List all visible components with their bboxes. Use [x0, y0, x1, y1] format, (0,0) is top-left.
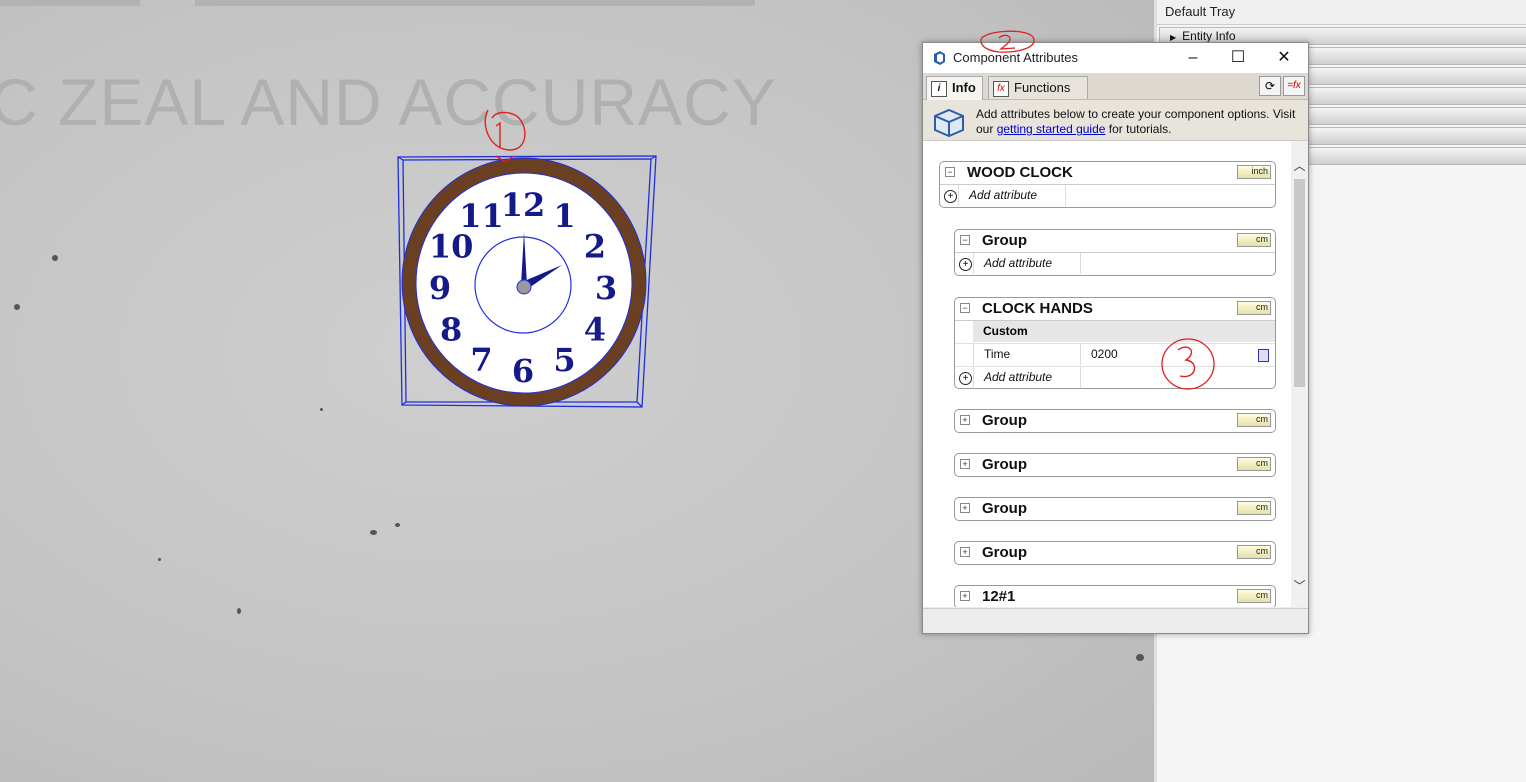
component-group[interactable]: + Group cm: [954, 409, 1276, 433]
add-attribute-row[interactable]: + Add attribute: [955, 253, 1275, 275]
clock-numeral: 7: [470, 341, 492, 379]
clock-numeral: 8: [440, 311, 462, 349]
sketchup-icon: [934, 51, 945, 65]
info-text-part: for tutorials.: [1105, 122, 1172, 136]
refresh-icon[interactable]: ⟳: [1259, 76, 1281, 96]
expand-icon[interactable]: +: [960, 591, 970, 601]
tab-functions[interactable]: fx Functions: [988, 76, 1088, 99]
add-attribute-label[interactable]: Add attribute: [973, 253, 1081, 274]
component-name: WOOD CLOCK: [967, 164, 1073, 181]
component-wood-clock: − WOOD CLOCK inch + Add attribute: [939, 161, 1276, 208]
attribute-row-time[interactable]: Time 0200: [955, 343, 1275, 366]
unit-badge[interactable]: cm: [1237, 233, 1271, 247]
expand-arrow-icon: ▶: [1170, 33, 1177, 42]
tab-bar: i Info fx Functions ⟳ =fx: [923, 73, 1308, 101]
annotation-mark-3: [1161, 338, 1215, 390]
section-header-row: Custom: [955, 321, 1275, 343]
getting-started-link[interactable]: getting started guide: [997, 122, 1106, 136]
unit-badge[interactable]: cm: [1237, 413, 1271, 427]
add-icon[interactable]: +: [959, 372, 972, 385]
attribute-label-time[interactable]: Time: [973, 344, 1081, 365]
attribute-value-time[interactable]: 0200: [1091, 344, 1118, 365]
info-text: Add attributes below to create your comp…: [976, 107, 1306, 137]
add-icon[interactable]: +: [944, 190, 957, 203]
dialog-titlebar[interactable]: Component Attributes – ☐ ✕: [923, 30, 1308, 73]
component-name: CLOCK HANDS: [982, 300, 1093, 317]
clock-numeral: 11: [459, 197, 504, 235]
add-attribute-row[interactable]: + Add attribute: [940, 185, 1275, 207]
component-clock-hands: − CLOCK HANDS cm Custom Time 0200 + Add …: [954, 297, 1276, 390]
tab-info[interactable]: i Info: [926, 76, 983, 101]
add-icon[interactable]: +: [959, 258, 972, 271]
toggle-formula-icon[interactable]: =fx: [1283, 76, 1305, 96]
info-icon: i: [931, 80, 947, 97]
tab-label: Info: [952, 80, 976, 95]
annotation-mark-2: [980, 30, 1035, 53]
expand-icon[interactable]: +: [960, 503, 970, 513]
scroll-thumb[interactable]: [1294, 179, 1305, 387]
collapse-icon[interactable]: −: [945, 167, 955, 177]
expand-icon[interactable]: +: [960, 415, 970, 425]
annotation-mark-1: [484, 109, 526, 163]
clock-numeral: 6: [512, 352, 534, 390]
unit-badge[interactable]: cm: [1237, 457, 1271, 471]
tray-title: Default Tray: [1157, 0, 1526, 25]
component-header[interactable]: + Group cm: [955, 498, 1275, 520]
section-header-custom: Custom: [973, 321, 1275, 342]
component-12-1[interactable]: + 12#1 cm: [954, 585, 1276, 607]
component-name: Group: [982, 412, 1027, 429]
info-banner: Add attributes below to create your comp…: [923, 100, 1308, 141]
add-attribute-label[interactable]: Add attribute: [973, 367, 1081, 388]
clock-numeral: 2: [584, 228, 606, 266]
component-header[interactable]: − Group cm: [955, 230, 1275, 253]
component-attributes-dialog[interactable]: Component Attributes – ☐ ✕ i Info fx Funct…: [922, 30, 1309, 634]
component-name: Group: [982, 232, 1027, 249]
component-group[interactable]: + Group cm: [954, 541, 1276, 565]
collapse-icon[interactable]: −: [960, 303, 970, 313]
component-header[interactable]: + 12#1 cm: [955, 586, 1275, 607]
component-group: − Group cm + Add attribute: [954, 229, 1276, 276]
scroll-down-icon[interactable]: ﹀: [1291, 577, 1308, 594]
clock-numeral: 5: [553, 341, 575, 379]
minimize-button[interactable]: –: [1170, 43, 1216, 73]
tab-label: Functions: [1014, 80, 1071, 95]
clock-numeral: 4: [584, 311, 606, 349]
component-name: Group: [982, 500, 1027, 517]
formula-icon[interactable]: [1258, 349, 1269, 362]
expand-icon[interactable]: +: [960, 459, 970, 469]
tray-panel-label: Entity Info: [1182, 29, 1236, 43]
component-header[interactable]: − CLOCK HANDS cm: [955, 298, 1275, 321]
component-name: Group: [982, 456, 1027, 473]
vertical-scrollbar[interactable]: ︿ ﹀: [1291, 141, 1308, 607]
scroll-up-icon[interactable]: ︿: [1291, 157, 1308, 174]
component-group[interactable]: + Group cm: [954, 497, 1276, 521]
add-attribute-row[interactable]: + Add attribute: [955, 366, 1275, 389]
component-header[interactable]: − WOOD CLOCK inch: [940, 162, 1275, 185]
unit-badge[interactable]: cm: [1237, 501, 1271, 515]
component-name: Group: [982, 544, 1027, 561]
component-group[interactable]: + Group cm: [954, 453, 1276, 477]
hand-pivot: [516, 279, 532, 295]
unit-badge[interactable]: cm: [1237, 301, 1271, 315]
collapse-icon[interactable]: −: [960, 235, 970, 245]
clock-numeral: 1: [553, 197, 575, 235]
component-header[interactable]: + Group cm: [955, 410, 1275, 432]
component-name: 12#1: [982, 588, 1016, 605]
clock-numeral: 9: [429, 269, 451, 307]
expand-icon[interactable]: +: [960, 547, 970, 557]
unit-badge[interactable]: cm: [1237, 589, 1271, 603]
component-header[interactable]: + Group cm: [955, 454, 1275, 476]
clock-numeral: 12: [501, 186, 546, 224]
dialog-statusbar: [923, 608, 1308, 633]
unit-badge[interactable]: cm: [1237, 545, 1271, 559]
component-box-icon: [934, 108, 964, 138]
clock-numeral: 3: [595, 269, 617, 307]
close-button[interactable]: ✕: [1261, 43, 1307, 73]
function-icon: fx: [993, 80, 1009, 97]
unit-badge[interactable]: inch: [1237, 165, 1271, 179]
components-list[interactable]: − WOOD CLOCK inch + Add attribute − Grou…: [923, 141, 1291, 607]
maximize-button[interactable]: ☐: [1215, 43, 1261, 73]
component-header[interactable]: + Group cm: [955, 542, 1275, 564]
add-attribute-label[interactable]: Add attribute: [958, 185, 1066, 206]
